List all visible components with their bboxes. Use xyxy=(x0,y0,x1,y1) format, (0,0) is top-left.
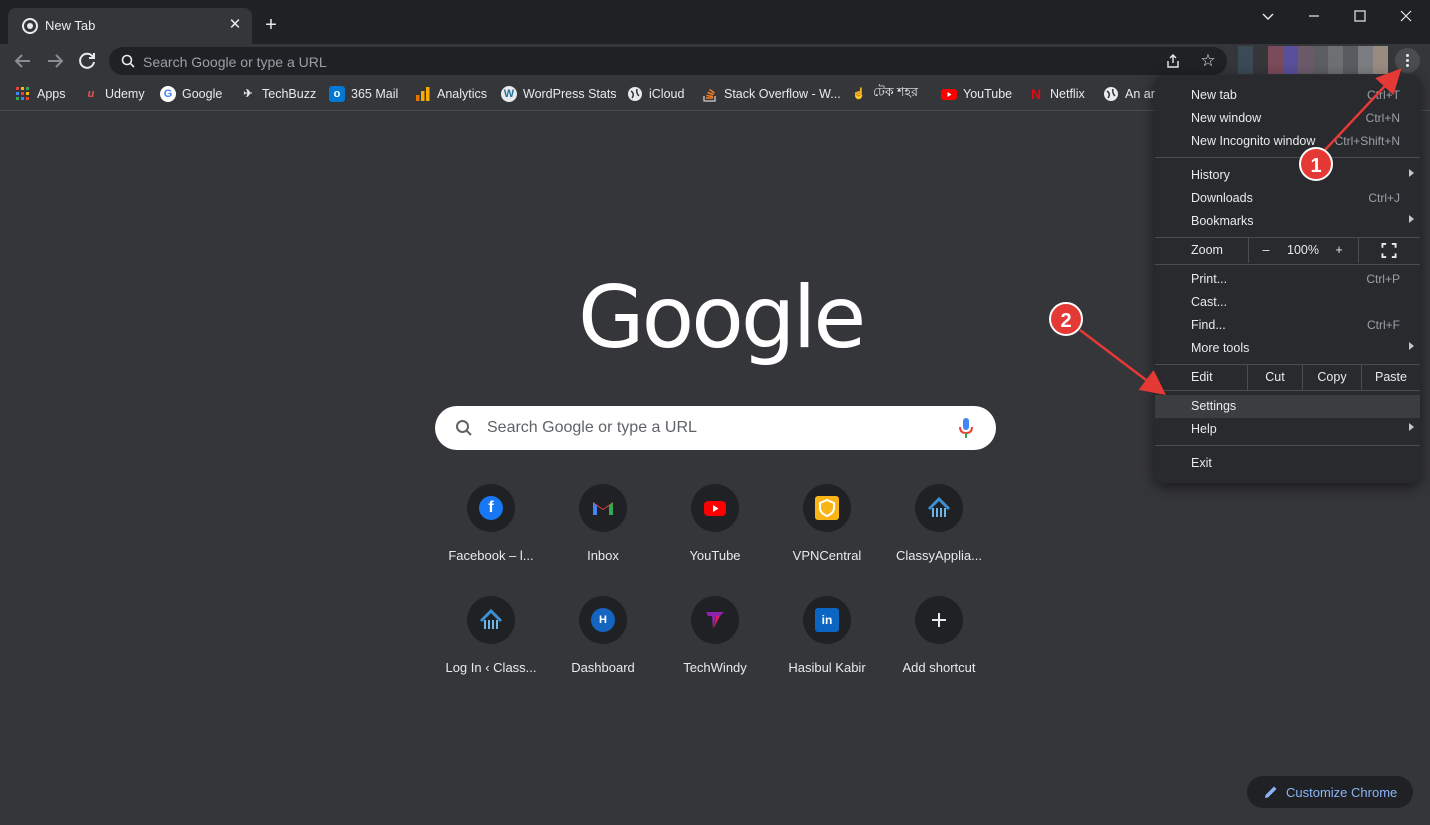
step-badge-2: 2 xyxy=(1049,302,1083,336)
arrow-to-menu-button xyxy=(1324,68,1402,151)
step-badge-1: 1 xyxy=(1299,147,1333,181)
arrow-to-settings xyxy=(1079,329,1166,396)
annotation-arrows xyxy=(1079,68,1402,396)
